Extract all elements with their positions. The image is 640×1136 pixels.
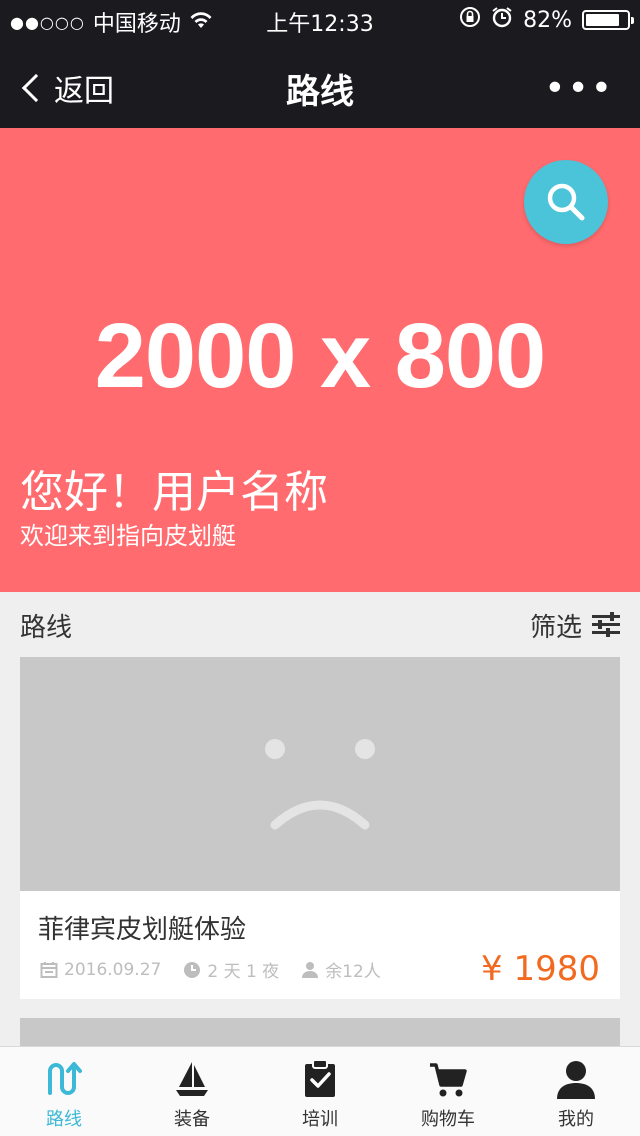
clipboard-check-icon	[305, 1059, 335, 1097]
cart-icon	[430, 1063, 467, 1097]
route-card[interactable]: 菲律宾皮划艇体验 2016.09.27 2 天 1 夜 余12人 ¥ 1980	[20, 657, 620, 999]
tab-label: 我的	[558, 1109, 594, 1130]
tab-label: 培训	[302, 1109, 338, 1130]
sad-face-icon	[265, 739, 375, 830]
tab-profile[interactable]: 我的	[512, 1047, 640, 1136]
search-icon	[547, 183, 585, 221]
user-icon	[557, 1061, 595, 1099]
calendar-icon	[40, 961, 58, 978]
nav-bar: 返回 路线 •••	[0, 40, 640, 128]
greeting-text: 您好！用户名称	[20, 467, 328, 518]
filter-button[interactable]: 筛选	[530, 607, 620, 644]
section-title: 路线	[20, 612, 73, 643]
tab-training[interactable]: 培训	[256, 1047, 384, 1136]
route-meta: 2016.09.27 2 天 1 夜 余12人	[40, 957, 381, 982]
route-title: 菲律宾皮划艇体验	[38, 915, 247, 945]
route-remaining: 余12人	[301, 957, 381, 982]
more-button[interactable]: •••	[544, 68, 614, 109]
filter-label: 筛选	[529, 612, 582, 643]
tab-cart[interactable]: 购物车	[384, 1047, 512, 1136]
rotation-lock-icon	[459, 6, 481, 34]
search-button[interactable]	[524, 160, 608, 244]
banner: 2000 x 800 您好！用户名称 欢迎来到指向皮划艇	[0, 128, 640, 592]
tab-bar: 路线 装备 培训 购物车 我的	[0, 1046, 640, 1136]
tab-label: 购物车	[421, 1109, 475, 1130]
tab-equipment[interactable]: 装备	[128, 1047, 256, 1136]
battery-icon	[582, 10, 634, 30]
duration-text: 2 天 1 夜	[207, 962, 280, 982]
route-icon	[48, 1062, 82, 1095]
person-icon	[302, 961, 319, 978]
date-text: 2016.09.27	[64, 959, 162, 980]
route-price: ¥ 1980	[481, 949, 600, 989]
route-duration: 2 天 1 夜	[183, 957, 279, 982]
remaining-text: 余12人	[325, 962, 381, 982]
sailboat-icon	[176, 1062, 208, 1096]
tab-label: 路线	[46, 1109, 82, 1130]
banner-placeholder-size: 2000 x 800	[94, 305, 546, 407]
alarm-icon	[491, 6, 513, 34]
route-image-placeholder	[20, 657, 620, 891]
status-bar: ●●○○○ 中国移动 上午12:33 82%	[0, 0, 640, 40]
tab-routes[interactable]: 路线	[0, 1047, 128, 1136]
battery-percent: 82%	[523, 7, 572, 33]
route-date: 2016.09.27	[40, 960, 161, 980]
section-header: 路线 筛选	[20, 600, 620, 650]
sliders-icon	[592, 612, 620, 637]
clock-icon	[184, 961, 201, 978]
welcome-text: 欢迎来到指向皮划艇	[20, 522, 236, 550]
tab-label: 装备	[174, 1109, 210, 1130]
